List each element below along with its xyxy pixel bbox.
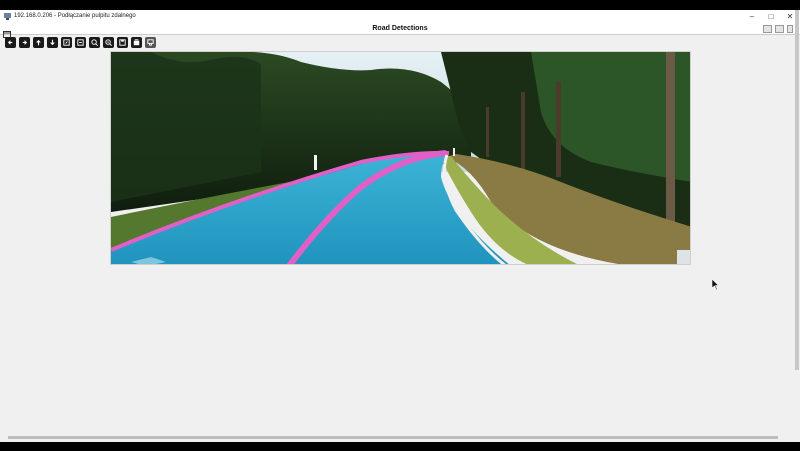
road-detections-window: Road Detections [0,24,800,442]
properties-icon [147,39,154,46]
maximize-button[interactable]: □ [763,11,779,23]
pan-left-button[interactable] [5,37,16,48]
minimize-button[interactable]: – [744,11,760,23]
screen-top-edge [0,0,800,10]
tree-trunk [666,52,675,227]
arrow-down-icon [50,39,55,46]
app-maximize-button[interactable] [775,25,784,33]
zoom-out-button[interactable] [75,37,86,48]
roadside-post [314,155,317,170]
zoom-in-icon [63,39,70,46]
zoom-out-icon [77,39,84,46]
tree-trunk [556,82,561,177]
magnifier-minus-icon [105,39,112,46]
arrow-left-icon [7,40,13,45]
magnifier-icon [91,39,98,46]
vertical-scrollbar[interactable] [795,10,799,370]
copy-icon [133,39,140,46]
save-image-button[interactable] [117,37,128,48]
pan-up-button[interactable] [33,37,44,48]
copy-image-button[interactable] [131,37,142,48]
road-detection-image [110,51,691,265]
zoom-fit-button[interactable] [89,37,100,48]
pan-right-button[interactable] [19,37,30,48]
mouse-cursor-icon [712,279,720,291]
app-minimize-button[interactable] [763,25,772,33]
rdp-titlebar: 192.168.0.206 - Podłączanie pulpitu zdal… [0,10,800,24]
image-corner-artifact [677,250,690,264]
arrow-up-icon [36,39,41,46]
tree-trunk [521,92,525,172]
save-icon [119,39,126,46]
tree-trunk [486,107,489,157]
horizontal-scrollbar[interactable] [8,436,778,439]
app-titlebar: Road Detections [0,24,800,38]
zoom-reset-button[interactable] [103,37,114,48]
app-close-button[interactable] [787,25,793,33]
screen-bottom-edge [0,442,800,451]
pan-down-button[interactable] [47,37,58,48]
roadside-post [453,148,455,156]
properties-button[interactable] [145,37,156,48]
zoom-in-button[interactable] [61,37,72,48]
rdp-window-title: 192.168.0.206 - Podłączanie pulpitu zdal… [14,13,136,19]
app-window-title: Road Detections [372,25,428,32]
arrow-right-icon [22,40,28,45]
remote-desktop-icon [4,13,11,20]
